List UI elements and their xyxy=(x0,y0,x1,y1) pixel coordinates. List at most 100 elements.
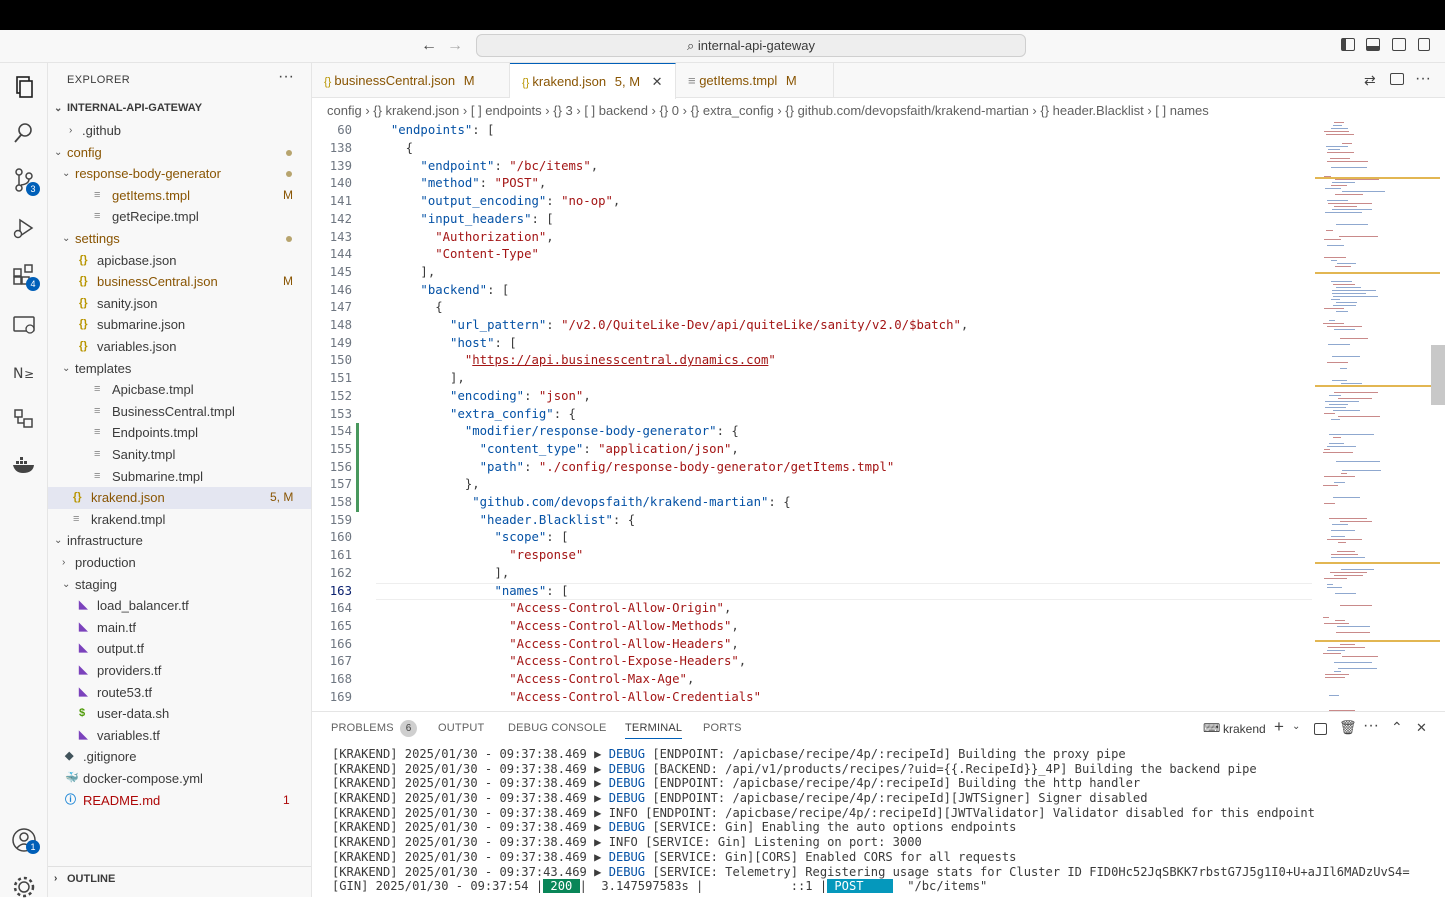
code-line[interactable]: "encoding": "json", xyxy=(376,388,591,406)
tab-getitems-tmpl[interactable]: ≡ getItems.tmpl M xyxy=(676,63,834,98)
maximize-panel-icon[interactable]: ⌃ xyxy=(1391,719,1403,736)
code-editor[interactable]: 60 "endpoints": [138 {139 "endpoint": "/… xyxy=(312,122,1312,711)
file-item[interactable]: ≡ Sanity.tmpl xyxy=(48,444,311,466)
toggle-sidebar-icon[interactable] xyxy=(1341,38,1355,51)
file-item[interactable]: 🐳 docker-compose.yml xyxy=(48,768,311,790)
open-changes-icon[interactable]: ⇄ xyxy=(1364,72,1376,89)
breadcrumb-item[interactable]: config xyxy=(327,103,362,118)
docker-icon[interactable] xyxy=(10,451,38,479)
breadcrumb-item[interactable]: {} github.com/devopsfaith/krakend-martia… xyxy=(785,103,1029,118)
breadcrumb-item[interactable]: [ ] names xyxy=(1155,103,1208,118)
new-terminal-icon[interactable]: + xyxy=(1274,717,1284,737)
folder-item[interactable]: ⌄ templates xyxy=(48,358,311,380)
editor-scrollbar-thumb[interactable] xyxy=(1431,345,1445,405)
file-item[interactable]: $ user-data.sh xyxy=(48,703,311,725)
file-item[interactable]: ≡ Endpoints.tmpl xyxy=(48,422,311,444)
breadcrumb-item[interactable]: {} krakend.json xyxy=(373,103,459,118)
toggle-secondary-sidebar-icon[interactable] xyxy=(1392,38,1406,51)
code-line[interactable]: "method": "POST", xyxy=(376,175,546,193)
code-line[interactable]: "host": [ xyxy=(376,335,517,353)
breadcrumb-item[interactable]: [ ] backend xyxy=(584,103,648,118)
file-item[interactable]: ◣ load_balancer.tf xyxy=(48,595,311,617)
file-item[interactable]: ◆ .gitignore xyxy=(48,746,311,768)
folder-item[interactable]: ⌄ config xyxy=(48,142,311,164)
code-line[interactable]: "backend": [ xyxy=(376,282,509,300)
code-line[interactable]: "header.Blacklist": { xyxy=(376,512,635,530)
n8n-icon[interactable]: N ≥ xyxy=(10,358,38,386)
code-line[interactable]: "content_type": "application/json", xyxy=(376,441,739,459)
breadcrumb-item[interactable]: {} 0 xyxy=(660,103,680,118)
folder-item[interactable]: › .github xyxy=(48,120,311,142)
forward-arrow-icon[interactable]: → xyxy=(447,37,463,55)
code-line[interactable]: ], xyxy=(376,370,465,388)
workspace-root[interactable]: ⌄ INTERNAL-API-GATEWAY xyxy=(48,98,311,120)
code-line[interactable]: "https://api.businesscentral.dynamics.co… xyxy=(376,352,776,370)
code-line[interactable]: "names": [ xyxy=(376,583,568,601)
terminal-output[interactable]: [KRAKEND] 2025/01/30 - 09:37:38.469 ▶ DE… xyxy=(332,747,1442,894)
folder-item[interactable]: ⌄ staging xyxy=(48,574,311,596)
tab-terminal[interactable]: TERMINAL xyxy=(625,722,683,739)
code-line[interactable]: }, xyxy=(376,476,480,494)
more-actions-icon[interactable]: ··· xyxy=(278,68,294,86)
tab-ports[interactable]: PORTS xyxy=(703,722,742,734)
file-item[interactable]: ≡ BusinessCentral.tmpl xyxy=(48,401,311,423)
panel-more-icon[interactable]: ··· xyxy=(1363,717,1379,735)
run-debug-icon[interactable] xyxy=(10,214,38,242)
file-item[interactable]: ◣ variables.tf xyxy=(48,725,311,747)
tab-businesscentral-json[interactable]: {} businessCentral.json M xyxy=(312,63,510,98)
outline-section[interactable]: › OUTLINE xyxy=(48,866,311,890)
file-item[interactable]: ◣ providers.tf xyxy=(48,660,311,682)
code-line[interactable]: "output_encoding": "no-op", xyxy=(376,193,620,211)
folder-item[interactable]: ⌄ response-body-generator xyxy=(48,163,311,185)
remote-explorer-icon[interactable] xyxy=(10,311,38,339)
split-editor-icon[interactable] xyxy=(1390,73,1404,85)
explorer-icon[interactable] xyxy=(10,73,38,101)
file-item[interactable]: {} krakend.json 5, M xyxy=(48,487,311,509)
tab-debug-console[interactable]: DEBUG CONSOLE xyxy=(508,722,607,734)
code-line[interactable]: { xyxy=(376,299,442,317)
close-panel-icon[interactable]: ✕ xyxy=(1416,720,1427,736)
command-center[interactable]: ⌕ internal-api-gateway xyxy=(476,34,1026,57)
breadcrumb-item[interactable]: {} extra_config xyxy=(691,103,774,118)
code-line[interactable]: "scope": [ xyxy=(376,529,568,547)
code-line[interactable]: "Access-Control-Allow-Origin", xyxy=(376,600,731,618)
testing-icon[interactable] xyxy=(10,405,38,433)
code-line[interactable]: "Access-Control-Max-Age", xyxy=(376,671,694,689)
file-item[interactable]: {} businessCentral.json M xyxy=(48,271,311,293)
tab-problems[interactable]: PROBLEMS xyxy=(331,722,394,734)
breadcrumb-item[interactable]: {} 3 xyxy=(553,103,573,118)
tab-output[interactable]: OUTPUT xyxy=(438,722,484,734)
terminal-name[interactable]: krakend xyxy=(1223,722,1266,736)
breadcrumb-item[interactable]: [ ] endpoints xyxy=(471,103,542,118)
tab-krakend-json[interactable]: {} krakend.json 5, M ✕ xyxy=(510,63,676,99)
code-line[interactable]: "path": "./config/response-body-generato… xyxy=(376,459,895,477)
file-item[interactable]: {} submarine.json xyxy=(48,314,311,336)
code-line[interactable]: "endpoint": "/bc/items", xyxy=(376,158,598,176)
code-line[interactable]: "Access-Control-Expose-Headers", xyxy=(376,653,746,671)
file-item[interactable]: ≡ getRecipe.tmpl xyxy=(48,206,311,228)
file-item[interactable]: ≡ Apicbase.tmpl xyxy=(48,379,311,401)
split-terminal-icon[interactable] xyxy=(1314,723,1327,735)
code-line[interactable]: "github.com/devopsfaith/krakend-martian"… xyxy=(376,494,790,512)
file-item[interactable]: {} sanity.json xyxy=(48,293,311,315)
folder-item[interactable]: ⌄ infrastructure xyxy=(48,530,311,552)
chevron-down-icon[interactable]: ⌄ xyxy=(1292,721,1300,732)
code-line[interactable]: "endpoints": [ xyxy=(376,122,495,140)
code-line[interactable]: ], xyxy=(376,565,509,583)
trash-icon[interactable]: 🗑 xyxy=(1339,719,1357,736)
code-line[interactable]: "Access-Control-Allow-Methods", xyxy=(376,618,739,636)
file-item[interactable]: {} variables.json xyxy=(48,336,311,358)
minimap[interactable] xyxy=(1315,122,1440,711)
code-line[interactable]: "url_pattern": "/v2.0/QuiteLike-Dev/api/… xyxy=(376,317,968,335)
code-line[interactable]: "Access-Control-Allow-Headers", xyxy=(376,636,739,654)
code-line[interactable]: "input_headers": [ xyxy=(376,211,553,229)
code-line[interactable]: "extra_config": { xyxy=(376,406,576,424)
code-line[interactable]: { xyxy=(376,140,413,158)
editor-more-icon[interactable]: ··· xyxy=(1415,70,1431,88)
file-item[interactable]: {} apicbase.json xyxy=(48,250,311,272)
code-line[interactable]: "modifier/response-body-generator": { xyxy=(376,423,739,441)
file-item[interactable]: ◣ main.tf xyxy=(48,617,311,639)
back-arrow-icon[interactable]: ← xyxy=(421,37,437,55)
file-item[interactable]: ≡ krakend.tmpl xyxy=(48,509,311,531)
customize-layout-icon[interactable] xyxy=(1418,38,1430,51)
